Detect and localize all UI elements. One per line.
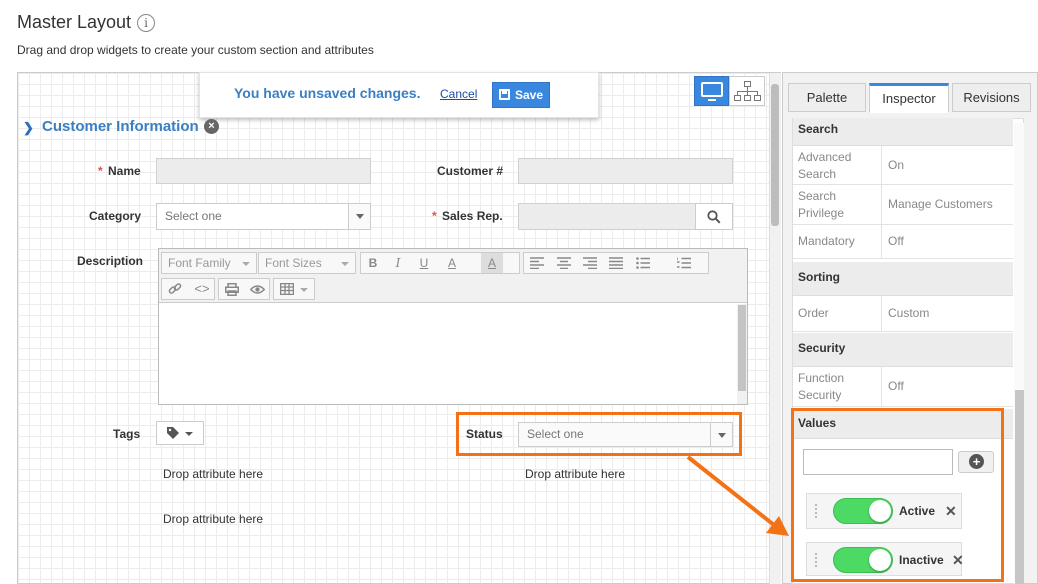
name-field[interactable] (156, 158, 371, 184)
code-icon[interactable]: <> (191, 279, 213, 299)
numbered-list-icon[interactable] (677, 257, 691, 269)
tags-button[interactable] (156, 421, 204, 445)
sales-rep-field[interactable] (518, 203, 696, 230)
print-icon[interactable] (225, 283, 239, 296)
tab-revisions[interactable]: Revisions (952, 83, 1031, 112)
background-color-icon[interactable]: A (481, 253, 503, 273)
property-row[interactable]: Search Privilege Manage Customers (793, 185, 1013, 225)
status-highlight (456, 412, 742, 456)
align-center-icon[interactable] (557, 257, 571, 269)
property-row[interactable]: Mandatory Off (793, 225, 1013, 259)
property-key: Mandatory (798, 234, 855, 248)
property-row[interactable]: Advanced Search On (793, 146, 1013, 185)
category-select[interactable]: Select one (156, 203, 371, 230)
sales-rep-label: Sales Rep. (442, 209, 503, 223)
link-icon[interactable] (168, 282, 182, 296)
property-value: Custom (881, 296, 929, 331)
property-value: Manage Customers (881, 185, 993, 224)
editor-scrollbar-thumb[interactable] (738, 305, 746, 391)
desktop-view-icon (701, 82, 723, 97)
info-icon[interactable]: i (137, 14, 155, 32)
description-label: Description (77, 254, 144, 268)
search-icon (707, 210, 721, 224)
property-key: Order (798, 306, 829, 320)
property-key: Search Privilege (798, 189, 845, 220)
link-group: <> (161, 278, 215, 300)
paragraph-group (523, 252, 709, 274)
underline-icon[interactable]: U (413, 253, 435, 273)
text-format-group: B I U A A (360, 252, 520, 274)
tab-inspector[interactable]: Inspector (869, 83, 949, 113)
category-label: Category (89, 209, 142, 223)
bold-icon[interactable]: B (362, 253, 384, 273)
unsaved-message: You have unsaved changes. (234, 85, 421, 101)
font-family-dropdown[interactable]: Font Family (161, 252, 257, 274)
customer-number-label: Customer # (437, 164, 504, 178)
sorting-section-header: Sorting (793, 262, 1013, 296)
tag-icon (167, 427, 179, 439)
property-value: Off (881, 367, 904, 406)
sales-rep-lookup-button[interactable] (695, 203, 733, 230)
chevron-down-icon (185, 432, 193, 436)
required-marker: * (98, 164, 103, 178)
print-group (218, 278, 270, 300)
monitor-stand (708, 99, 716, 101)
name-label: Name (108, 164, 141, 178)
drop-zone[interactable]: Drop attribute here (525, 467, 625, 481)
search-section-header: Search (793, 118, 1013, 146)
chevron-down-icon[interactable]: ❯ (23, 120, 34, 136)
cancel-link[interactable]: Cancel (440, 87, 477, 101)
drop-zone[interactable]: Drop attribute here (163, 512, 263, 526)
font-size-dropdown[interactable]: Font Sizes (258, 252, 356, 274)
page-title: Master Layout (17, 12, 132, 32)
justify-icon[interactable] (609, 257, 623, 269)
customer-number-field[interactable] (518, 158, 733, 184)
align-left-icon[interactable] (530, 257, 544, 269)
property-key: Advanced Search (798, 150, 852, 181)
property-value: Off (881, 225, 904, 258)
table-icon (280, 283, 294, 295)
required-marker: * (432, 209, 437, 223)
dropdown-arrow-icon (348, 204, 370, 229)
canvas-scrollbar-thumb[interactable] (771, 84, 779, 226)
hierarchy-view-button[interactable] (729, 76, 765, 106)
property-row[interactable]: Order Custom (793, 296, 1013, 332)
tags-label: Tags (113, 427, 141, 441)
close-icon[interactable]: × (204, 119, 219, 134)
table-dropdown[interactable] (273, 278, 315, 300)
align-right-icon[interactable] (583, 257, 597, 269)
values-highlight (791, 408, 1004, 582)
italic-icon[interactable]: I (387, 253, 409, 273)
font-color-icon[interactable]: A (441, 253, 463, 273)
page-subtitle: Drag and drop widgets to create your cus… (17, 43, 374, 57)
drop-zone[interactable]: Drop attribute here (163, 467, 263, 481)
bullet-list-icon[interactable] (636, 257, 650, 269)
tab-palette[interactable]: Palette (788, 83, 866, 112)
section-title[interactable]: Customer Information (42, 118, 199, 135)
category-select-value: Select one (165, 209, 222, 223)
property-row[interactable]: Function Security Off (793, 367, 1013, 407)
property-value: On (881, 146, 904, 184)
preview-icon[interactable] (250, 284, 265, 295)
panel-scrollbar-thumb[interactable] (1015, 390, 1024, 584)
security-section-header: Security (793, 333, 1013, 367)
save-icon (499, 89, 510, 100)
property-key: Function Security (798, 371, 845, 402)
